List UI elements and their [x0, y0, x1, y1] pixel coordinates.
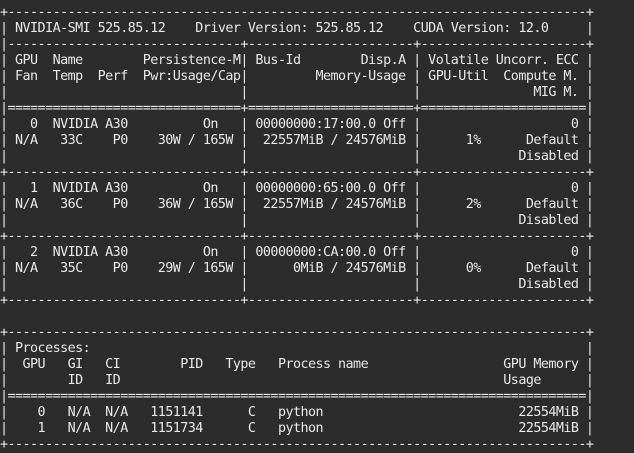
column-header-line-2: | Fan Temp Perf Pwr:Usage/Cap| Memory-Us…	[0, 69, 594, 84]
gpu-2-row-3: | | | Disabled |	[0, 277, 594, 292]
gpu-0-row-1: | 0 NVIDIA A30 On | 00000000:17:00.0 Off…	[0, 117, 594, 132]
gpu-table-bottom-border: +-------------------------------+-------…	[0, 293, 594, 308]
processes-header-line-1: | GPU GI CI PID Type Process name GPU Me…	[0, 357, 594, 372]
gpu-0-row-3: | | | Disabled |	[0, 149, 594, 164]
gpu-2-row-2: | N/A 35C P0 29W / 165W | 0MiB / 24576Mi…	[0, 261, 594, 276]
gpu-divider: +-------------------------------+-------…	[0, 165, 594, 180]
column-header-line-3: | | | MIG M. |	[0, 85, 594, 100]
processes-separator: |=======================================…	[0, 389, 594, 404]
process-row: | 1 N/A N/A 1151734 C python 22554MiB |	[0, 421, 594, 436]
column-header-line-1: | GPU Name Persistence-M| Bus-Id Disp.A …	[0, 53, 594, 68]
terminal-output: +---------------------------------------…	[0, 0, 634, 452]
processes-bottom-border: +---------------------------------------…	[0, 437, 594, 452]
gpu-1-row-3: | | | Disabled |	[0, 213, 594, 228]
header-divider: |-------------------------------+-------…	[0, 37, 594, 52]
gpu-divider: +-------------------------------+-------…	[0, 229, 594, 244]
version-header-line: | NVIDIA-SMI 525.85.12 Driver Version: 5…	[0, 21, 594, 36]
processes-top-border: +---------------------------------------…	[0, 325, 594, 340]
gpu-0-row-2: | N/A 33C P0 30W / 165W | 22557MiB / 245…	[0, 133, 594, 148]
gpu-2-row-1: | 2 NVIDIA A30 On | 00000000:CA:00.0 Off…	[0, 245, 594, 260]
header-separator: |===============================+=======…	[0, 101, 594, 116]
table-top-border: +---------------------------------------…	[0, 5, 594, 20]
processes-title: | Processes: |	[0, 341, 594, 356]
process-row: | 0 N/A N/A 1151141 C python 22554MiB |	[0, 405, 594, 420]
processes-header-line-2: | ID ID Usage |	[0, 373, 594, 388]
gpu-1-row-1: | 1 NVIDIA A30 On | 00000000:65:00.0 Off…	[0, 181, 594, 196]
gpu-1-row-2: | N/A 36C P0 36W / 165W | 22557MiB / 245…	[0, 197, 594, 212]
